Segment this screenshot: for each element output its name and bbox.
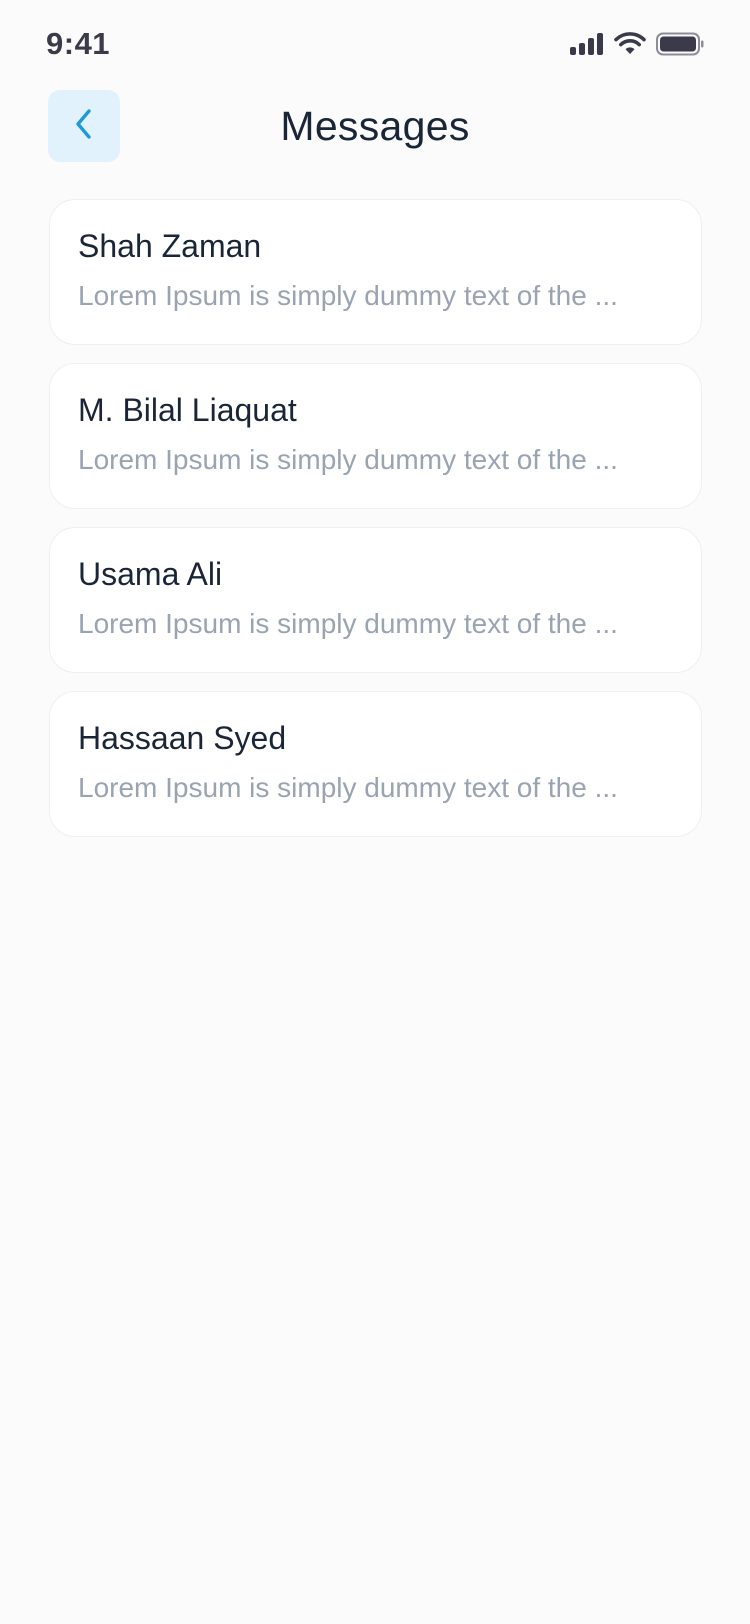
status-bar: 9:41 — [0, 0, 750, 88]
message-sender-name: Hassaan Syed — [78, 720, 287, 756]
page-title: Messages — [280, 103, 470, 149]
message-preview: Lorem Ipsum is simply dummy text of the … — [78, 444, 618, 475]
message-item-usama-ali[interactable]: Usama Ali Lorem Ipsum is simply dummy te… — [49, 527, 702, 673]
message-preview: Lorem Ipsum is simply dummy text of the … — [78, 608, 618, 639]
status-icons — [570, 30, 704, 58]
status-time: 9:41 — [46, 26, 111, 61]
header: Messages — [0, 88, 750, 164]
message-sender-name: Shah Zaman — [78, 228, 262, 264]
message-item-hassaan-syed[interactable]: Hassaan Syed Lorem Ipsum is simply dummy… — [49, 691, 702, 837]
message-sender-name: Usama Ali — [78, 556, 223, 592]
message-preview: Lorem Ipsum is simply dummy text of the … — [78, 772, 618, 803]
message-list: Shah Zaman Lorem Ipsum is simply dummy t… — [49, 199, 702, 855]
message-item-shah-zaman[interactable]: Shah Zaman Lorem Ipsum is simply dummy t… — [49, 199, 702, 345]
message-sender-name: M. Bilal Liaquat — [78, 392, 297, 428]
cellular-signal-icon — [570, 33, 604, 55]
wifi-icon — [614, 32, 646, 56]
battery-icon — [656, 32, 704, 56]
message-item-m-bilal-liaquat[interactable]: M. Bilal Liaquat Lorem Ipsum is simply d… — [49, 363, 702, 509]
message-preview: Lorem Ipsum is simply dummy text of the … — [78, 280, 618, 311]
